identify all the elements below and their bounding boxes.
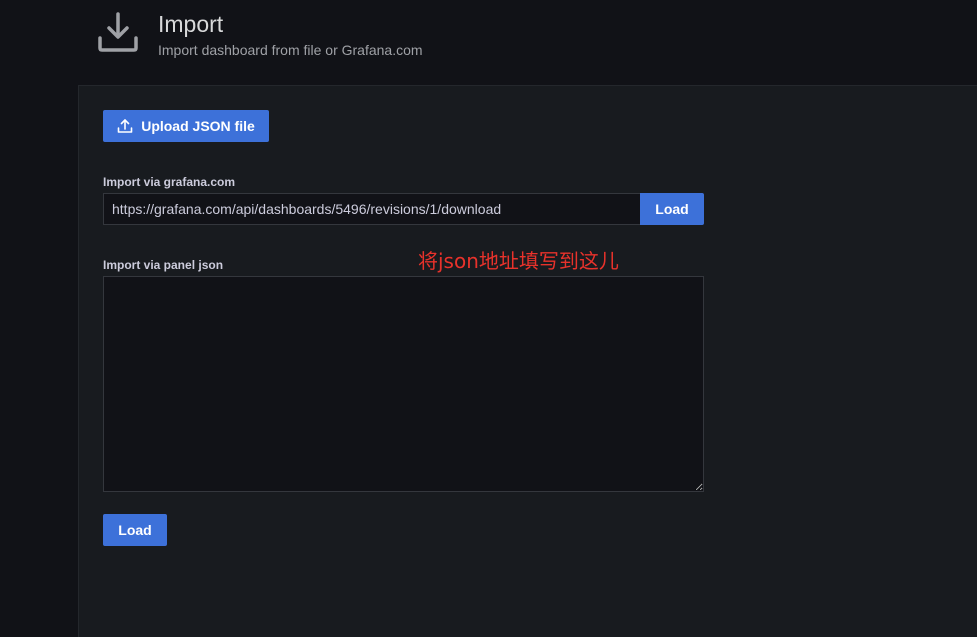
- page-header: Import Import dashboard from file or Gra…: [78, 0, 977, 85]
- import-panel: Upload JSON file Import via grafana.com …: [78, 85, 977, 637]
- left-sidebar-strip: [0, 0, 78, 637]
- upload-json-button[interactable]: Upload JSON file: [103, 110, 269, 142]
- panel-json-load-button[interactable]: Load: [103, 514, 167, 546]
- panel-json-label: Import via panel json: [103, 258, 224, 272]
- grafana-com-label: Import via grafana.com: [103, 175, 236, 189]
- panel-json-textarea[interactable]: [103, 276, 704, 492]
- page-subtitle: Import dashboard from file or Grafana.co…: [158, 42, 423, 58]
- grafana-com-url-input[interactable]: [103, 193, 640, 225]
- annotation-text: 将json地址填写到这儿: [418, 249, 619, 273]
- grafana-com-load-button[interactable]: Load: [640, 193, 704, 225]
- upload-json-label: Upload JSON file: [141, 118, 255, 134]
- page-title: Import: [158, 11, 224, 37]
- upload-icon: [117, 119, 133, 133]
- download-icon: [98, 12, 138, 52]
